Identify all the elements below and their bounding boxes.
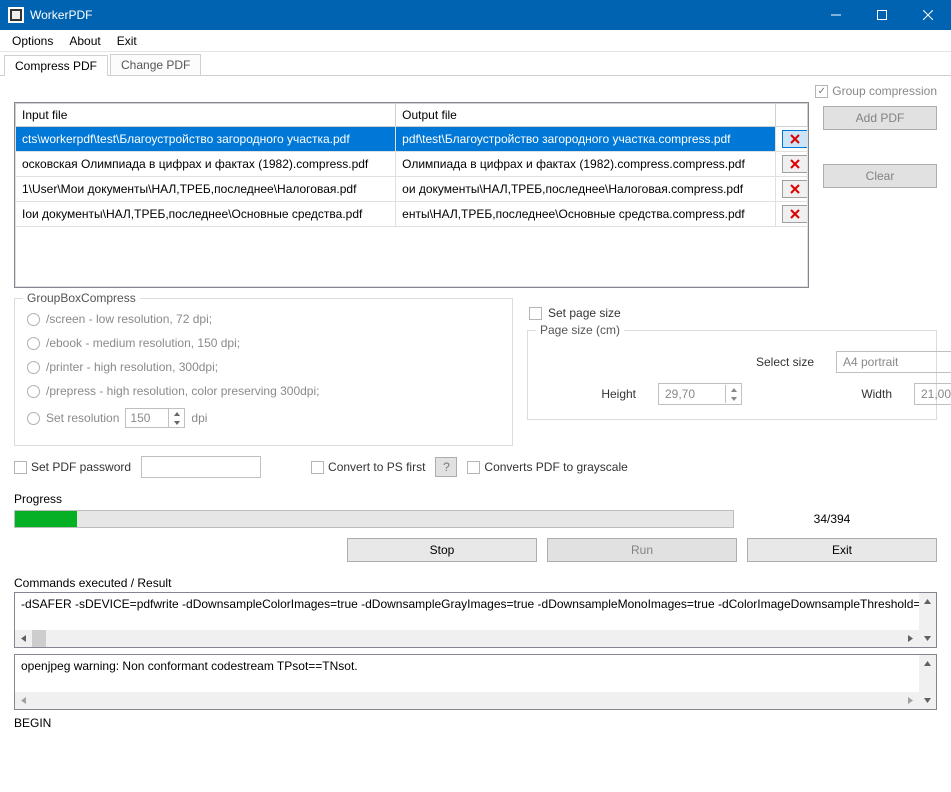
delete-row-button[interactable] [782, 155, 807, 173]
page-size-select[interactable]: A4 portrait [836, 351, 951, 373]
table-row[interactable]: Іои документы\НАЛ,ТРЕБ,последнее\Основны… [16, 202, 808, 227]
cell-output: Олимпиада в цифрах и фактах (1982).compr… [396, 152, 776, 177]
delete-row-button[interactable] [782, 130, 807, 148]
radio-icon [27, 385, 40, 398]
progress-text: 34/394 [752, 512, 912, 526]
progress-label: Progress [14, 492, 937, 510]
log-line: -dSAFER -sDEVICE=pdfwrite -dDownsampleCo… [15, 593, 936, 615]
minimize-button[interactable] [813, 0, 859, 30]
radio-icon [27, 337, 40, 350]
scroll-up-icon[interactable] [919, 655, 936, 672]
close-button[interactable] [905, 0, 951, 30]
radio-prepress[interactable]: /prepress - high resolution, color prese… [27, 379, 500, 403]
log-line: openjpeg warning: Non conformant codestr… [15, 655, 936, 677]
scroll-right-icon[interactable] [902, 692, 919, 709]
radio-ebook[interactable]: /ebook - medium resolution, 150 dpi; [27, 331, 500, 355]
scroll-down-icon[interactable] [919, 630, 936, 647]
cell-input: Іои документы\НАЛ,ТРЕБ,последнее\Основны… [16, 202, 396, 227]
scroll-left-icon[interactable] [15, 630, 32, 647]
cell-input: осковская Олимпиада в цифрах и фактах (1… [16, 152, 396, 177]
scroll-up-icon[interactable] [919, 593, 936, 610]
tab-compress-pdf[interactable]: Compress PDF [4, 55, 108, 76]
scrollbar-horizontal[interactable] [15, 630, 919, 647]
status-bar: BEGIN [0, 710, 951, 732]
page-size-title: Page size (cm) [536, 323, 624, 337]
password-input[interactable] [141, 456, 261, 478]
table-row[interactable]: 1\User\Мои документы\НАЛ,ТРЕБ,последнее\… [16, 177, 808, 202]
set-page-size-checkbox[interactable]: Set page size [527, 298, 937, 324]
maximize-button[interactable] [859, 0, 905, 30]
convert-to-ps-checkbox[interactable]: Convert to PS first [311, 460, 425, 474]
tab-strip: Compress PDF Change PDF [0, 52, 951, 76]
menu-options[interactable]: Options [4, 32, 61, 50]
cell-output: енты\НАЛ,ТРЕБ,последнее\Основные средств… [396, 202, 776, 227]
delete-row-button[interactable] [782, 180, 807, 198]
table-row[interactable]: осковская Олимпиада в цифрах и фактах (1… [16, 152, 808, 177]
radio-icon [27, 313, 40, 326]
radio-screen[interactable]: /screen - low resolution, 72 dpi; [27, 307, 500, 331]
set-pdf-password-checkbox[interactable]: Set PDF password [14, 460, 131, 474]
col-delete [776, 104, 808, 127]
scrollbar-vertical[interactable] [919, 593, 936, 647]
spin-down-icon[interactable] [168, 418, 184, 427]
checkbox-icon [311, 461, 324, 474]
menubar: Options About Exit [0, 30, 951, 52]
col-input-file[interactable]: Input file [16, 104, 396, 127]
radio-set-resolution[interactable]: Set resolution 150 dpi [27, 403, 500, 433]
scroll-right-icon[interactable] [902, 630, 919, 647]
result-log[interactable]: openjpeg warning: Non conformant codestr… [14, 654, 937, 710]
checkbox-icon [14, 461, 27, 474]
cell-output: ои документы\НАЛ,ТРЕБ,последнее\Налогова… [396, 177, 776, 202]
window-title: WorkerPDF [30, 8, 813, 22]
height-input[interactable]: 29,70 [658, 383, 742, 405]
height-label: Height [540, 387, 640, 401]
group-compression-label: Group compression [832, 84, 937, 98]
scrollbar-horizontal[interactable] [15, 692, 919, 709]
spin-up-icon[interactable] [168, 409, 184, 418]
scroll-down-icon[interactable] [919, 692, 936, 709]
menu-exit[interactable]: Exit [109, 32, 145, 50]
compress-groupbox: GroupBoxCompress /screen - low resolutio… [14, 298, 513, 446]
scrollbar-vertical[interactable] [919, 655, 936, 709]
delete-row-button[interactable] [782, 205, 807, 223]
radio-icon [27, 412, 40, 425]
scroll-left-icon[interactable] [15, 692, 32, 709]
clear-button[interactable]: Clear [823, 164, 937, 188]
progress-bar [14, 510, 734, 528]
commands-log[interactable]: -dSAFER -sDEVICE=pdfwrite -dDownsampleCo… [14, 592, 937, 648]
exit-button[interactable]: Exit [747, 538, 937, 562]
app-icon [8, 7, 24, 23]
radio-printer[interactable]: /printer - high resolution, 300dpi; [27, 355, 500, 379]
run-button[interactable]: Run [547, 538, 737, 562]
cell-output: pdf\test\Благоустройство загородного уча… [396, 127, 776, 152]
grayscale-checkbox[interactable]: Converts PDF to grayscale [467, 460, 627, 474]
add-pdf-button[interactable]: Add PDF [823, 106, 937, 130]
resolution-input[interactable]: 150 [125, 408, 185, 428]
col-output-file[interactable]: Output file [396, 104, 776, 127]
file-table: Input file Output file cts\workerpdf\tes… [14, 102, 809, 288]
page-size-groupbox: Page size (cm) Select size A4 portrait H… [527, 330, 937, 420]
width-input[interactable]: 21,00 [914, 383, 951, 405]
titlebar: WorkerPDF [0, 0, 951, 30]
width-label: Width [836, 387, 896, 401]
spin-down-icon[interactable] [725, 394, 741, 403]
tab-change-pdf[interactable]: Change PDF [110, 54, 201, 75]
radio-icon [27, 361, 40, 374]
cell-input: 1\User\Мои документы\НАЛ,ТРЕБ,последнее\… [16, 177, 396, 202]
checkbox-icon [815, 85, 828, 98]
menu-about[interactable]: About [61, 32, 108, 50]
select-size-label: Select size [540, 355, 818, 369]
checkbox-icon [467, 461, 480, 474]
help-button[interactable]: ? [435, 457, 457, 477]
compress-groupbox-title: GroupBoxCompress [23, 291, 140, 305]
group-compression-checkbox[interactable]: Group compression [815, 84, 937, 98]
stop-button[interactable]: Stop [347, 538, 537, 562]
checkbox-icon [529, 307, 542, 320]
spin-up-icon[interactable] [725, 385, 741, 394]
cell-input: cts\workerpdf\test\Благоустройство загор… [16, 127, 396, 152]
log-label: Commands executed / Result [0, 572, 951, 592]
table-row[interactable]: cts\workerpdf\test\Благоустройство загор… [16, 127, 808, 152]
